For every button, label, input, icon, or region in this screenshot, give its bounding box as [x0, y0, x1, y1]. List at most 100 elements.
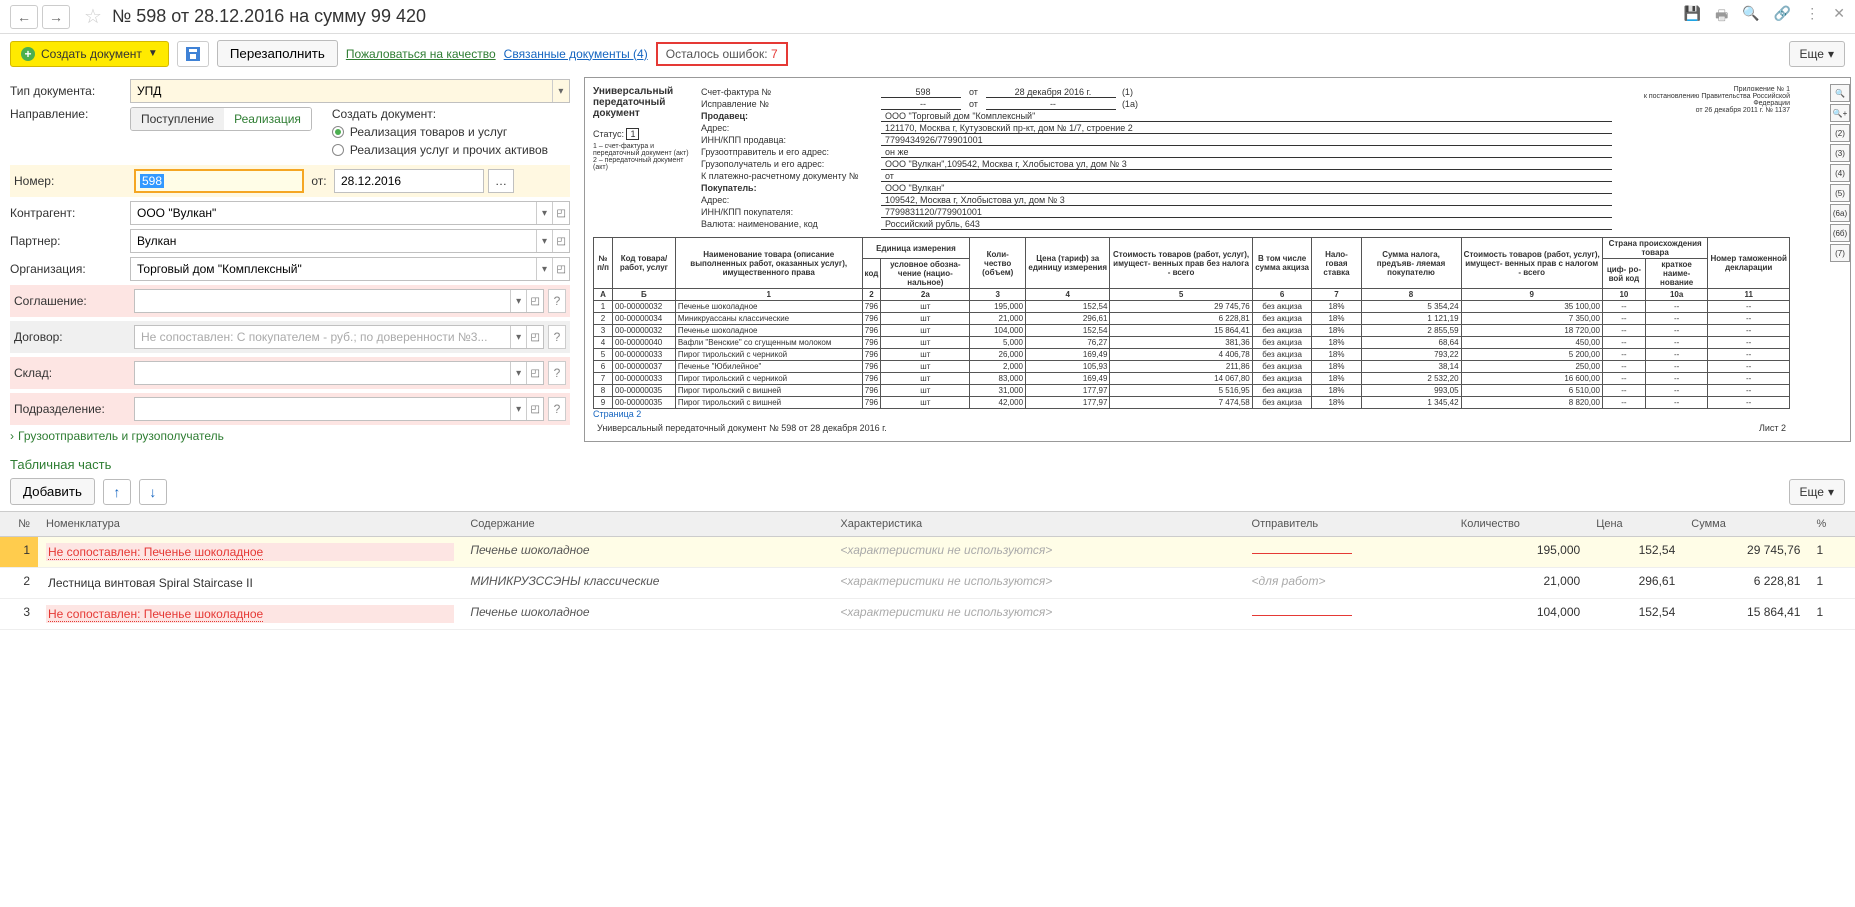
col-char[interactable]: Характеристика [832, 512, 1243, 537]
open-icon[interactable]: ◰ [526, 398, 543, 420]
direction-toggle: Поступление Реализация [130, 107, 312, 131]
col-content[interactable]: Содержание [462, 512, 832, 537]
page-link[interactable]: Страница 2 [593, 409, 1790, 419]
dropdown-icon[interactable]: ▾ [510, 398, 527, 420]
dropdown-icon[interactable]: ▾ [536, 258, 553, 280]
preview-side-tab[interactable]: 🔍+ [1830, 104, 1850, 122]
col-num[interactable]: № [0, 512, 38, 537]
org-input[interactable] [131, 258, 536, 280]
dropdown-icon[interactable]: ▾ [536, 230, 553, 252]
col-qty[interactable]: Количество [1453, 512, 1588, 537]
dropdown-icon[interactable]: ▾ [510, 362, 527, 384]
table-row[interactable]: 2 Лестница винтовая Spiral Staircase II … [0, 568, 1855, 599]
print-icon[interactable]: 🖶 [1715, 5, 1728, 29]
agreement-input[interactable] [135, 290, 510, 312]
help-icon[interactable]: ? [548, 289, 566, 313]
partner-input[interactable] [131, 230, 536, 252]
caret-down-icon: ▾ [1828, 485, 1834, 499]
contract-label: Договор: [14, 330, 134, 344]
contractor-input[interactable] [131, 202, 536, 224]
col-sender[interactable]: Отправитель [1244, 512, 1453, 537]
date-label: от: [304, 174, 334, 188]
contractor-label: Контрагент: [10, 206, 130, 220]
items-table: № Номенклатура Содержание Характеристика… [0, 511, 1855, 630]
document-preview: 🔍🔍+(2)(3)(4)(5)(6а)(6б)(7) Универсальный… [584, 77, 1851, 442]
add-row-button[interactable]: Добавить [10, 478, 95, 505]
diskette-icon [186, 47, 200, 61]
open-icon[interactable]: ◰ [526, 290, 543, 312]
doc-type-label: Тип документа: [10, 84, 130, 98]
dept-input[interactable] [135, 398, 510, 420]
help-icon[interactable]: ? [548, 397, 566, 421]
shipper-expand[interactable]: › Грузоотправитель и грузополучатель [10, 429, 570, 443]
related-docs-link[interactable]: Связанные документы (4) [504, 47, 648, 61]
open-icon[interactable]: ◰ [526, 362, 543, 384]
back-button[interactable]: ← [10, 5, 38, 29]
help-icon[interactable]: ? [548, 325, 566, 349]
warehouse-input[interactable] [135, 362, 510, 384]
preview-side-tab[interactable]: (7) [1830, 244, 1850, 262]
open-icon[interactable]: ◰ [552, 202, 569, 224]
table-more-button[interactable]: Еще▾ [1789, 479, 1845, 505]
more-button[interactable]: Еще▾ [1789, 41, 1845, 67]
radio-on-icon [332, 126, 344, 138]
caret-down-icon: ▼ [148, 48, 158, 59]
chevron-right-icon: › [10, 429, 14, 443]
forward-button[interactable]: → [42, 5, 70, 29]
preview-side-tab[interactable]: (3) [1830, 144, 1850, 162]
link-icon[interactable]: 🔗 [1774, 5, 1791, 29]
open-icon[interactable]: ◰ [552, 230, 569, 252]
date-input[interactable] [335, 170, 483, 192]
invoice-items-table: № п/п Код товара/ работ, услуг Наименова… [593, 237, 1790, 409]
refill-button[interactable]: Перезаполнить [217, 40, 338, 67]
save-icon[interactable]: 💾 [1684, 5, 1701, 29]
number-label: Номер: [14, 174, 134, 188]
dropdown-icon[interactable]: ▾ [510, 290, 527, 312]
radio-off-icon [332, 144, 344, 156]
help-icon[interactable]: ? [548, 361, 566, 385]
move-up-button[interactable]: ↑ [103, 479, 131, 505]
create-document-label: Создать документ [41, 47, 142, 61]
dropdown-icon[interactable]: ▾ [552, 80, 569, 102]
dept-label: Подразделение: [14, 402, 134, 416]
table-row[interactable]: 3 Не сопоставлен: Печенье шоколадное Печ… [0, 599, 1855, 630]
direction-in[interactable]: Поступление [131, 108, 224, 130]
create-document-button[interactable]: + Создать документ ▼ [10, 41, 169, 67]
col-sum[interactable]: Сумма [1683, 512, 1808, 537]
preview-side-tab[interactable]: (6б) [1830, 224, 1850, 242]
plus-icon: + [21, 47, 35, 61]
open-icon[interactable]: ◰ [552, 258, 569, 280]
preview-side-tab[interactable]: (6а) [1830, 204, 1850, 222]
preview-side-tab[interactable]: 🔍 [1830, 84, 1850, 102]
save-button[interactable] [177, 41, 209, 67]
dropdown-icon[interactable]: ▾ [510, 326, 527, 348]
radio-goods[interactable]: Реализация товаров и услуг [332, 125, 548, 139]
contract-input[interactable] [135, 326, 510, 348]
open-icon[interactable]: ◰ [526, 326, 543, 348]
doc-type-input[interactable] [131, 80, 552, 102]
preview-side-tab[interactable]: (4) [1830, 164, 1850, 182]
page-title: № 598 от 28.12.2016 на сумму 99 420 [112, 6, 1684, 27]
table-section-title: Табличная часть [10, 457, 1855, 472]
preview-icon[interactable]: 🔍 [1742, 5, 1759, 29]
col-pct[interactable]: % [1808, 512, 1855, 537]
partner-label: Партнер: [10, 234, 130, 248]
preview-side-tab[interactable]: (5) [1830, 184, 1850, 202]
favorite-star-icon[interactable]: ☆ [84, 4, 102, 29]
dropdown-icon[interactable]: ▾ [536, 202, 553, 224]
table-row[interactable]: 1 Не сопоставлен: Печенье шоколадное Печ… [0, 537, 1855, 568]
warehouse-label: Склад: [14, 366, 134, 380]
date-picker-button[interactable]: … [488, 169, 514, 193]
preview-side-tab[interactable]: (2) [1830, 124, 1850, 142]
col-nomen[interactable]: Номенклатура [38, 512, 462, 537]
col-price[interactable]: Цена [1588, 512, 1683, 537]
direction-out[interactable]: Реализация [224, 108, 311, 130]
kebab-icon[interactable]: ⋮ [1805, 5, 1819, 29]
radio-services[interactable]: Реализация услуг и прочих активов [332, 143, 548, 157]
org-label: Организация: [10, 262, 130, 276]
preview-side-tabs: 🔍 🔍+ (2) (3) (4) (5) (6а) (6б) (7) [1830, 84, 1850, 262]
move-down-button[interactable]: ↓ [139, 479, 167, 505]
complain-link[interactable]: Пожаловаться на качество [346, 47, 496, 61]
number-input[interactable]: 598 [140, 174, 164, 188]
close-icon[interactable]: ✕ [1833, 5, 1845, 29]
